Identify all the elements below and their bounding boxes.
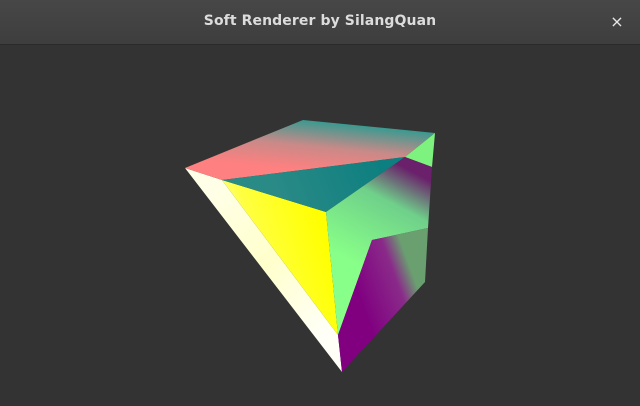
- title-bar[interactable]: Soft Renderer by SilangQuan ×: [0, 0, 640, 45]
- window-title: Soft Renderer by SilangQuan: [203, 13, 437, 29]
- app-window: Soft Renderer by SilangQuan ×: [0, 0, 640, 406]
- render-viewport[interactable]: [0, 45, 640, 406]
- close-icon: ×: [610, 12, 624, 31]
- close-button[interactable]: ×: [606, 11, 628, 33]
- cube-render: [185, 120, 435, 372]
